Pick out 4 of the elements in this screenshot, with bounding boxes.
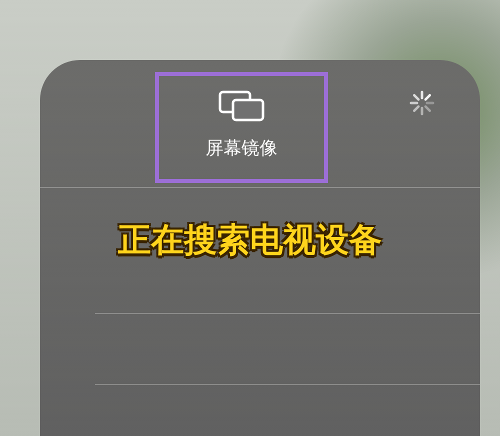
- screen-mirroring-tile[interactable]: 屏幕镜像: [155, 72, 328, 183]
- caption: 正在搜索电视设备: [118, 219, 382, 261]
- tile-label: 屏幕镜像: [206, 137, 278, 160]
- screens-icon: [218, 90, 266, 122]
